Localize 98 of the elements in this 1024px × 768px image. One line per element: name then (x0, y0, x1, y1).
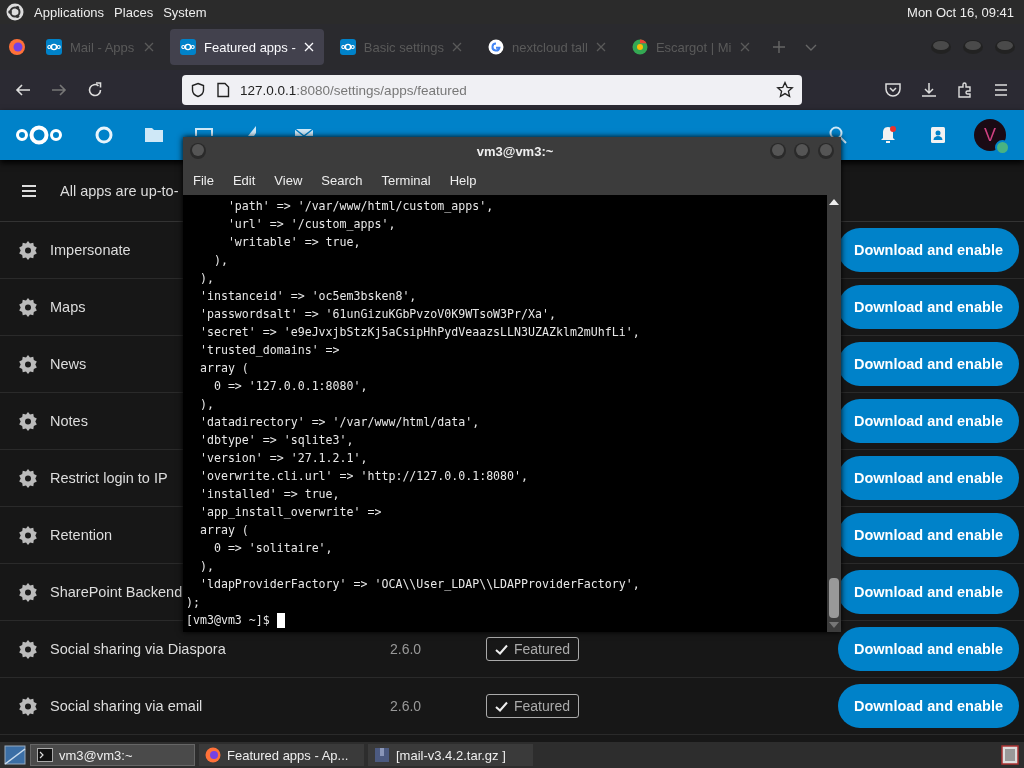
ubuntu-logo-icon[interactable] (6, 3, 24, 21)
page-icon (216, 82, 230, 98)
app-name: Maps (50, 299, 86, 315)
app-name: Notes (50, 413, 88, 429)
browser-tab[interactable]: Featured apps - (170, 29, 324, 65)
terminal-line: array ( (198, 360, 249, 377)
checkmark-icon (495, 643, 508, 655)
round-logo-icon (631, 39, 648, 55)
menu-icon[interactable] (992, 81, 1010, 99)
featured-label: Featured (514, 641, 571, 657)
menu-item[interactable]: Terminal (381, 172, 431, 188)
app-name: SharePoint Backend (50, 584, 183, 600)
folder-icon[interactable] (144, 125, 164, 145)
terminal-line: 'dbtype' => 'sqlite3', (198, 432, 354, 449)
gear-icon (18, 582, 38, 602)
panel-menu[interactable]: Applications (34, 4, 105, 20)
terminal-line: ), (198, 270, 214, 287)
terminal-line: 'version' => '27.1.2.1', (198, 450, 368, 467)
scroll-down-icon[interactable] (829, 622, 839, 628)
terminal-line: 'ldapProviderFactory' => 'OCA\\User_LDAP\\LDAPProviderFactory', (198, 576, 640, 593)
terminal-line: 0 => 'solitaire', (212, 540, 333, 557)
terminal-prompt: [vm3@vm3 ~]$ (186, 612, 271, 629)
cloud-logo-icon (46, 39, 62, 55)
gear-icon (18, 696, 38, 716)
scroll-thumb[interactable] (829, 578, 839, 618)
terminal-line: 'instanceid' => 'oc5em3bsken8', (198, 288, 417, 305)
star-icon[interactable] (776, 81, 794, 99)
menu-item[interactable]: Help (449, 172, 477, 188)
scroll-up-icon[interactable] (829, 199, 839, 205)
contacts-icon[interactable] (928, 125, 948, 145)
terminal-line: 'url' => '/custom_apps', (226, 216, 396, 233)
app-name: Impersonate (50, 242, 131, 258)
shield-icon[interactable] (190, 82, 206, 98)
terminal-line: 'installed' => true, (198, 486, 340, 503)
menu-item[interactable]: Edit (232, 172, 256, 188)
menu-item[interactable]: File (193, 172, 214, 188)
desktop-icon[interactable] (4, 745, 26, 765)
terminal-line: ); (186, 594, 200, 611)
app-name: Restrict login to IP (50, 470, 168, 486)
reload-icon[interactable] (86, 81, 104, 99)
ring-icon[interactable] (94, 125, 114, 145)
archive-icon (374, 747, 390, 763)
address-field[interactable]: 127.0.0.1:8080/settings/apps/featured (182, 75, 802, 105)
g-logo-icon (488, 39, 504, 55)
gear-icon (18, 468, 38, 488)
download-enable-button[interactable]: Download and enable (837, 684, 1019, 728)
gear-icon (18, 411, 38, 431)
gear-icon (18, 297, 38, 317)
terminal-line: 'path' => '/var/www/html/custom_apps', (226, 198, 494, 215)
menu-item[interactable]: View (274, 172, 303, 188)
cloud-logo-icon (339, 39, 356, 55)
terminal-line: 'writable' => true, (226, 234, 361, 251)
download-enable-button[interactable]: Download and enable (837, 627, 1019, 671)
browser-logo-icon (205, 747, 221, 763)
gear-icon (18, 639, 38, 659)
panel-menu[interactable]: System (163, 4, 207, 20)
gear-icon (18, 354, 38, 374)
pocket-icon[interactable] (884, 81, 902, 99)
browser-logo-icon[interactable] (8, 38, 26, 56)
cloud-logo-icon (180, 39, 196, 55)
taskbar-item[interactable]: [mail-v3.4.2.tar.gz ] (368, 744, 533, 766)
update-status-text: All apps are up-to- (60, 182, 179, 199)
gear-icon (18, 525, 38, 545)
terminal-icon (37, 747, 53, 763)
terminal-line: 'secret' => 'e9eJvxjbStzKj5aCsipHhPydVeaazsLLN3UZAZklm2mUhfLi', (198, 324, 640, 341)
terminal-line: 'overwrite.cli.url' => 'http://127.0.0.1:8080', (198, 468, 529, 485)
terminal-line: ), (198, 558, 214, 575)
terminal-line: 'trusted_domains' => (198, 342, 340, 359)
window-title: vm3@vm3:~ (476, 143, 554, 159)
checkmark-icon (495, 700, 508, 712)
text-cursor (276, 612, 285, 628)
search-icon[interactable] (828, 125, 848, 145)
taskbar-item[interactable]: Featured apps - Ap... (199, 744, 364, 766)
trash-icon[interactable] (1000, 745, 1020, 765)
terminal-line: 'datadirectory' => '/var/www/html/data', (198, 414, 480, 431)
app-version: 2.6.0 (390, 698, 422, 714)
scrollbar[interactable] (827, 195, 841, 632)
app-name: Retention (50, 527, 113, 543)
gear-icon (18, 240, 38, 260)
terminal-line: ), (198, 396, 214, 413)
terminal-line: 'passwordsalt' => '61unGizuKGbPvzoV0K9WTsoW3Pr/Xa', (198, 306, 556, 323)
taskbar-item[interactable]: vm3@vm3:~ (30, 744, 195, 766)
app-name: Social sharing via Diaspora (50, 641, 226, 657)
clock: Mon Oct 16, 09:41 (907, 4, 1014, 20)
app-version: 2.6.0 (390, 641, 422, 657)
download-icon[interactable] (920, 81, 938, 99)
app-name: News (50, 356, 87, 372)
cloud-logo-icon[interactable] (14, 123, 64, 147)
menu-item[interactable]: Search (321, 172, 363, 188)
terminal-line: 0 => '127.0.0.1:8080', (212, 378, 368, 395)
terminal-line: 'app_install_overwrite' => (198, 504, 382, 521)
user-avatar[interactable]: V (974, 119, 1006, 151)
puzzle-icon[interactable] (956, 81, 974, 99)
terminal-line: array ( (198, 522, 249, 539)
panel-menu[interactable]: Places (114, 4, 154, 20)
app-name: Social sharing via email (50, 698, 203, 714)
featured-label: Featured (514, 698, 571, 714)
terminal-line: ), (212, 252, 228, 269)
